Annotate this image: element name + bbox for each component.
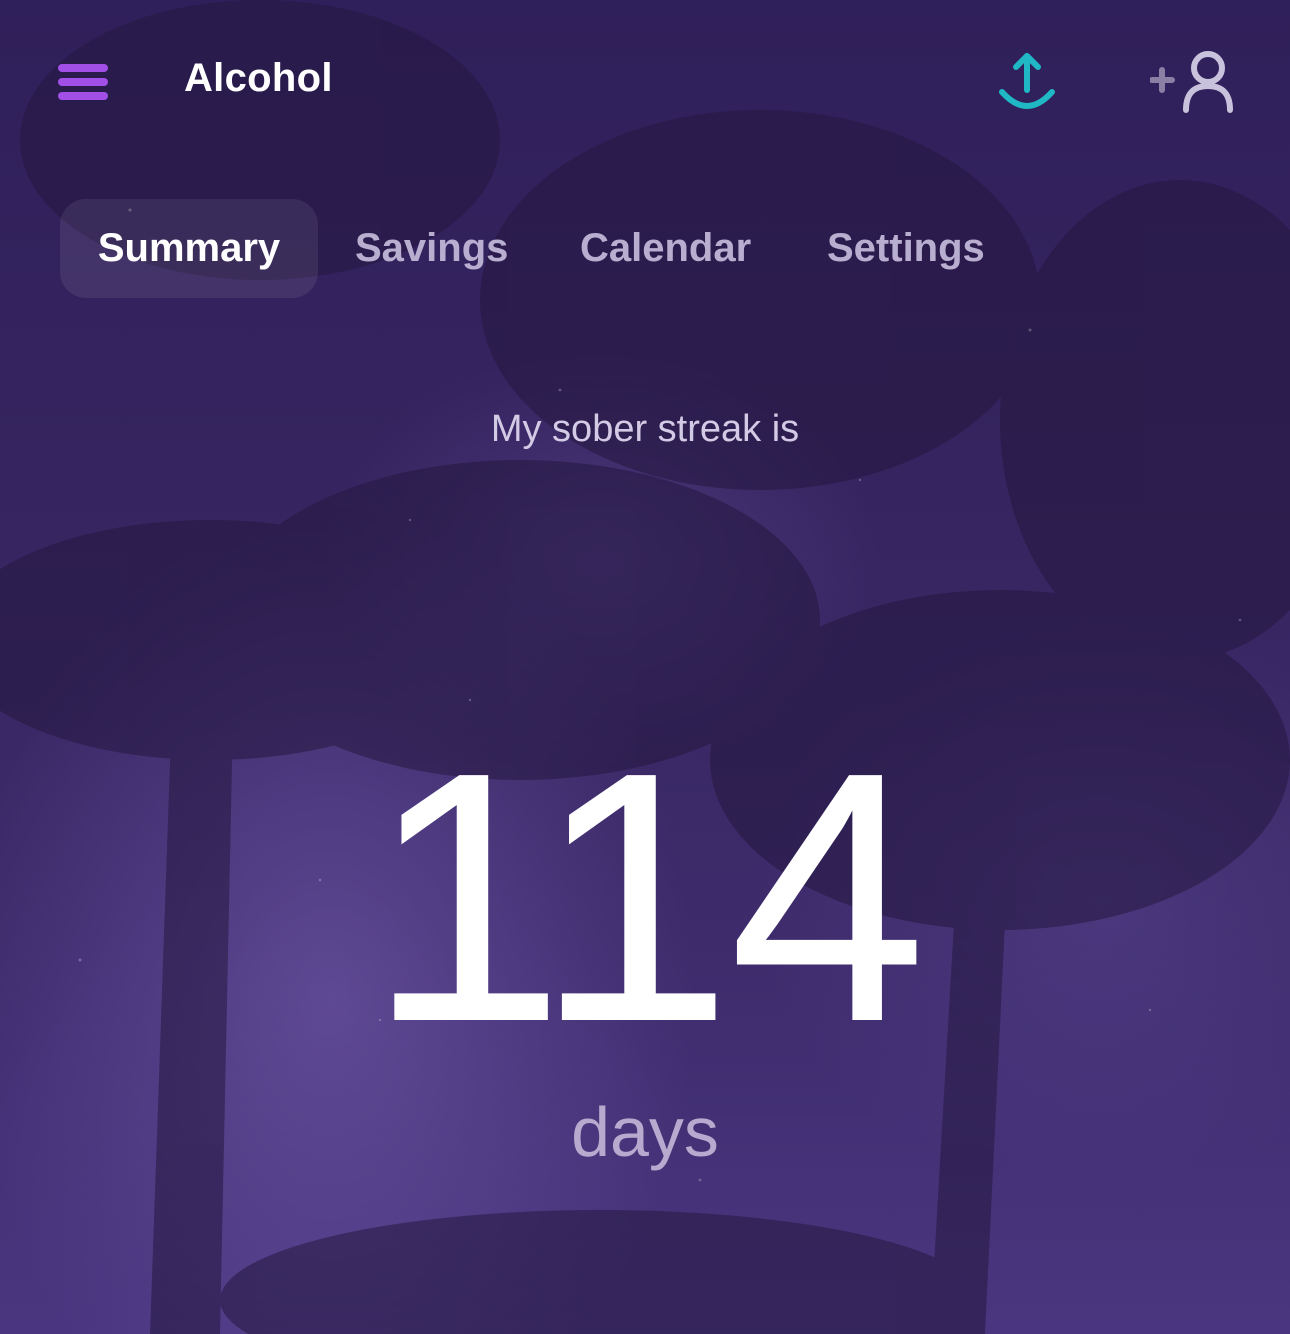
top-bar: Alcohol (0, 0, 1290, 160)
tab-summary[interactable]: Summary (60, 199, 318, 298)
upload-icon[interactable] (994, 50, 1060, 114)
tab-savings[interactable]: Savings (355, 199, 508, 298)
page-title: Alcohol (184, 56, 333, 100)
tab-settings[interactable]: Settings (827, 199, 985, 298)
tab-bar: Summary Savings Calendar Settings (60, 199, 1060, 298)
streak-unit: days (571, 1093, 719, 1171)
streak-label: My sober streak is (490, 408, 800, 450)
tab-calendar[interactable]: Calendar (580, 199, 751, 298)
streak-count: 114 (367, 699, 927, 1096)
add-user-icon[interactable] (1149, 48, 1240, 116)
hamburger-menu-icon[interactable] (58, 62, 110, 102)
